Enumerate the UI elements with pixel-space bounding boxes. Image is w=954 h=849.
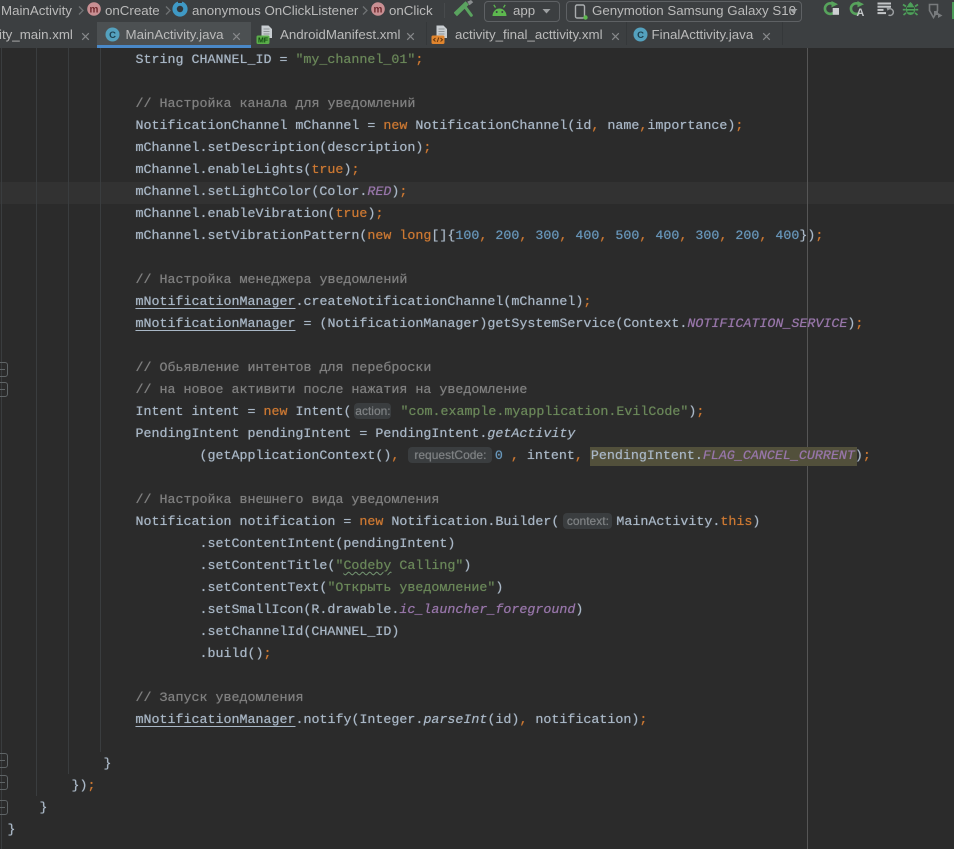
svg-text:m: m: [90, 4, 99, 15]
svg-text:m: m: [374, 4, 383, 15]
svg-text:MF: MF: [258, 37, 269, 44]
svg-text:A: A: [856, 6, 864, 17]
svg-text:C: C: [637, 30, 644, 41]
svg-text:C: C: [109, 30, 116, 41]
